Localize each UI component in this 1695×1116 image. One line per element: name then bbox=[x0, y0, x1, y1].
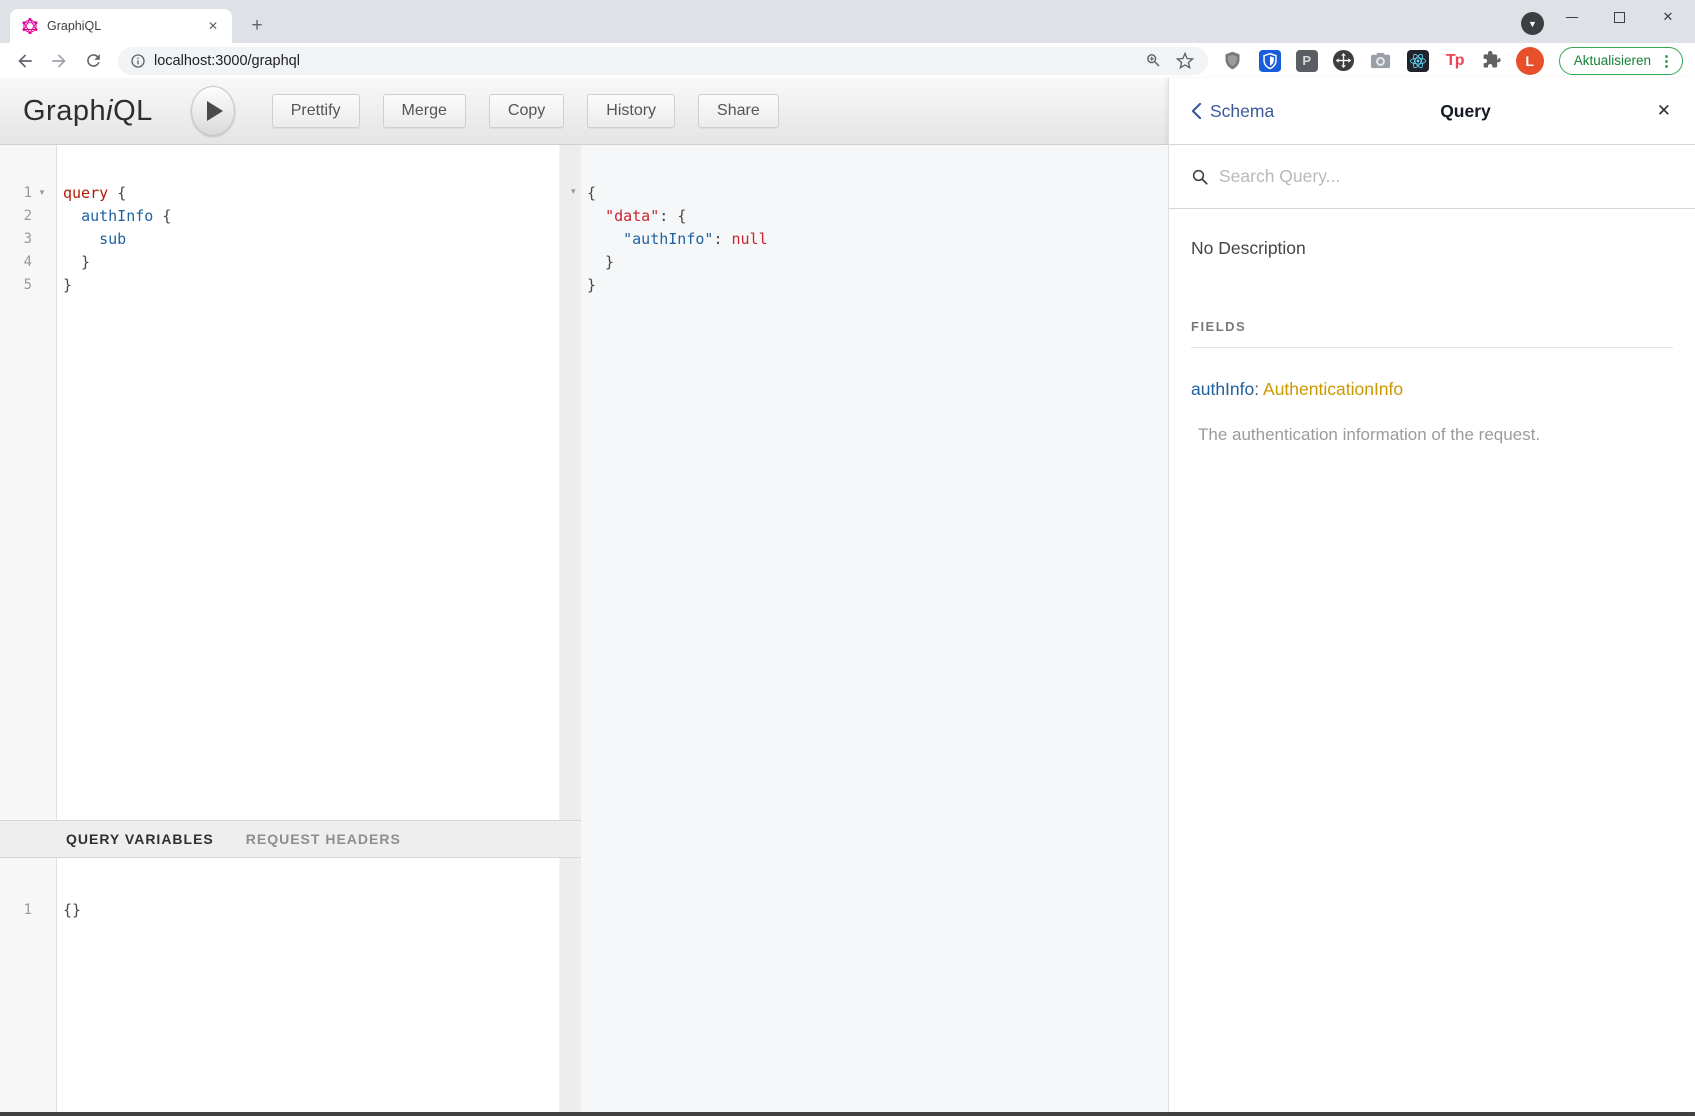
graphiql-logo: GraphiQL bbox=[23, 95, 153, 128]
doc-explorer-title: Query bbox=[1440, 101, 1491, 122]
chevron-left-icon bbox=[1191, 103, 1202, 119]
chrome-update-chevron-icon[interactable]: ▼ bbox=[1521, 12, 1544, 35]
doc-back-link[interactable]: Schema bbox=[1191, 101, 1274, 122]
zoom-icon[interactable] bbox=[1145, 52, 1162, 69]
doc-explorer-body: No Description FIELDS authInfo: Authenti… bbox=[1169, 209, 1695, 445]
field-description: The authentication information of the re… bbox=[1198, 425, 1673, 445]
play-icon bbox=[207, 101, 223, 121]
graphql-logo-icon bbox=[22, 18, 38, 34]
doc-explorer: Schema Query ✕ No Description FIELDS aut… bbox=[1168, 78, 1695, 1112]
ublock-shield-icon[interactable] bbox=[1220, 48, 1246, 74]
execute-query-button[interactable] bbox=[191, 86, 235, 136]
prettify-button[interactable]: Prettify bbox=[272, 94, 360, 128]
browser-titlebar: GraphiQL ✕ + ▼ ✕ bbox=[0, 0, 1695, 43]
tab-title: GraphiQL bbox=[47, 19, 204, 33]
bitwarden-shield-icon[interactable] bbox=[1257, 48, 1283, 74]
profile-avatar[interactable]: L bbox=[1516, 47, 1544, 75]
doc-explorer-header: Schema Query ✕ bbox=[1169, 78, 1695, 145]
query-editor-gutter: 1▾2345 bbox=[0, 145, 57, 820]
query-editor-code[interactable]: query { authInfo { sub }} bbox=[57, 145, 559, 820]
graphiql-page: GraphiQL Prettify Merge Copy History Sha… bbox=[0, 78, 1695, 1116]
browser-navbar: localhost:3000/graphql P bbox=[0, 43, 1695, 78]
copy-button[interactable]: Copy bbox=[489, 94, 564, 128]
share-button[interactable]: Share bbox=[698, 94, 779, 128]
tp-icon[interactable]: Tp bbox=[1442, 48, 1468, 74]
variables-scrollbar-strip[interactable] bbox=[559, 858, 581, 1112]
bookmark-star-icon[interactable] bbox=[1176, 52, 1194, 70]
fields-divider bbox=[1191, 347, 1673, 348]
secondary-editor-tabs: QUERY VARIABLES REQUEST HEADERS bbox=[0, 820, 581, 858]
fields-section-header: FIELDS bbox=[1191, 319, 1673, 334]
history-button[interactable]: History bbox=[587, 94, 675, 128]
field-type-link[interactable]: AuthenticationInfo bbox=[1263, 379, 1403, 399]
doc-search-input[interactable] bbox=[1219, 166, 1673, 187]
variables-editor[interactable]: 1 {} bbox=[0, 858, 581, 1112]
p-extension-icon[interactable]: P bbox=[1294, 48, 1320, 74]
camera-icon[interactable] bbox=[1368, 48, 1394, 74]
window-close-button[interactable]: ✕ bbox=[1645, 0, 1691, 34]
query-pane: 1▾2345 query { authInfo { sub }} QUERY V… bbox=[0, 145, 581, 1112]
extensions-row: P Tp L Aktualisieren ⋮ bbox=[1220, 47, 1685, 75]
window-maximize-button[interactable] bbox=[1596, 0, 1642, 34]
new-tab-button[interactable]: + bbox=[243, 12, 271, 40]
variables-editor-code[interactable]: {} bbox=[57, 858, 559, 1112]
extensions-puzzle-icon[interactable] bbox=[1479, 48, 1505, 74]
editor-scrollbar-strip[interactable] bbox=[559, 145, 581, 820]
result-pane: ▾{ "data": { "authInfo": null }} bbox=[581, 145, 1168, 1112]
doc-close-icon[interactable]: ✕ bbox=[1657, 101, 1671, 121]
page-info-icon[interactable] bbox=[130, 53, 146, 69]
tab-request-headers[interactable]: REQUEST HEADERS bbox=[246, 831, 401, 847]
back-arrow-icon[interactable] bbox=[10, 46, 40, 76]
update-button-label: Aktualisieren bbox=[1574, 53, 1651, 68]
field-entry: authInfo: AuthenticationInfo bbox=[1191, 379, 1673, 400]
merge-button[interactable]: Merge bbox=[383, 94, 466, 128]
browser-tab[interactable]: GraphiQL ✕ bbox=[10, 9, 232, 43]
reload-icon[interactable] bbox=[78, 46, 108, 76]
url-bar[interactable]: localhost:3000/graphql bbox=[118, 47, 1208, 75]
react-devtools-icon[interactable] bbox=[1405, 48, 1431, 74]
search-icon bbox=[1191, 168, 1209, 186]
doc-search-row bbox=[1169, 145, 1695, 209]
type-description: No Description bbox=[1191, 238, 1673, 259]
window-minimize-button[interactable] bbox=[1549, 0, 1595, 34]
browser-window: GraphiQL ✕ + ▼ ✕ localhost:3000/graphql bbox=[0, 0, 1695, 1116]
query-editor[interactable]: 1▾2345 query { authInfo { sub }} bbox=[0, 145, 581, 820]
graphiql-toolbar: GraphiQL Prettify Merge Copy History Sha… bbox=[0, 78, 1168, 145]
url-text[interactable]: localhost:3000/graphql bbox=[154, 53, 1145, 69]
variables-editor-gutter: 1 bbox=[0, 858, 57, 1112]
browser-menu-icon[interactable]: ⋮ bbox=[1659, 52, 1674, 70]
field-name-link[interactable]: authInfo bbox=[1191, 379, 1254, 399]
tab-close-icon[interactable]: ✕ bbox=[204, 17, 222, 35]
update-browser-button[interactable]: Aktualisieren ⋮ bbox=[1559, 47, 1683, 75]
doc-back-label: Schema bbox=[1210, 101, 1274, 122]
move-circle-icon[interactable] bbox=[1331, 48, 1357, 74]
tab-query-variables[interactable]: QUERY VARIABLES bbox=[66, 831, 214, 847]
graphiql-workspace: GraphiQL Prettify Merge Copy History Sha… bbox=[0, 78, 1168, 1112]
forward-arrow-icon[interactable] bbox=[44, 46, 74, 76]
